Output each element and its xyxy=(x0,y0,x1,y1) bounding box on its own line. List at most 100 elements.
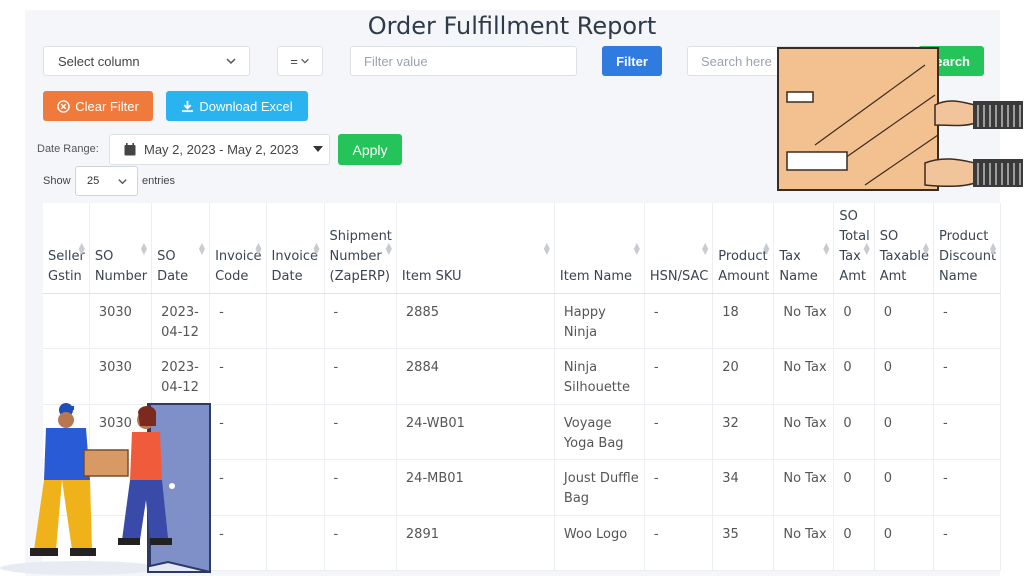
table-cell xyxy=(266,515,325,571)
table-cell: - xyxy=(644,459,714,516)
column-header-label: Shipment xyxy=(329,228,392,244)
column-header-label: Product xyxy=(939,228,989,244)
column-header[interactable]: SO Number ▲ ▼ xyxy=(89,203,153,294)
operator-select[interactable]: = xyxy=(277,46,323,76)
column-header[interactable]: HSN/SAC ▲ ▼ xyxy=(644,203,714,294)
sort-icon: ▲ ▼ xyxy=(198,241,206,256)
table-cell xyxy=(266,348,325,405)
column-header-label: SO xyxy=(879,228,899,244)
table-cell: 32 xyxy=(712,404,775,460)
table-cell xyxy=(266,459,325,516)
date-range-value: May 2, 2023 - May 2, 2023 xyxy=(144,142,299,157)
table-cell: Woo Logo xyxy=(554,515,645,571)
operator-value: = xyxy=(290,53,298,69)
table-cell: 2023-04-12 xyxy=(151,293,211,349)
table-cell: 24-WB01 xyxy=(396,404,555,460)
column-header[interactable]: Invoice Date ▲ ▼ xyxy=(266,203,325,294)
column-header-label: Gstin xyxy=(48,268,82,284)
table-cell: 0 xyxy=(833,459,875,516)
column-header[interactable]: SO Total Tax Amt ▲ ▼ xyxy=(833,203,875,294)
column-header-label: Name xyxy=(779,268,818,284)
table-cell: - xyxy=(644,293,714,349)
clear-filter-button[interactable]: Clear Filter xyxy=(43,91,153,121)
column-header[interactable]: SO Taxable Amt ▲ ▼ xyxy=(874,203,935,294)
table-cell: - xyxy=(209,515,267,571)
sort-icon: ▲ ▼ xyxy=(385,241,392,256)
column-header[interactable]: SO Date ▲ ▼ xyxy=(151,203,211,294)
column-header[interactable]: Item SKU ▲ ▼ xyxy=(396,203,555,294)
column-header-label: Amount xyxy=(718,268,770,284)
column-header-label: SO xyxy=(157,248,176,264)
table-cell: Joust Duffle Bag xyxy=(554,459,645,516)
column-select[interactable]: Select column xyxy=(43,46,250,76)
column-header[interactable]: Invoice Code ▲ ▼ xyxy=(209,203,267,294)
column-header-label: Item SKU xyxy=(401,268,462,284)
table-cell: - xyxy=(324,293,397,349)
table-cell: No Tax xyxy=(773,515,835,571)
show-label: Show xyxy=(43,175,71,187)
table-cell: 2884 xyxy=(396,348,555,405)
table-cell xyxy=(43,293,90,349)
column-header-label: Date xyxy=(157,268,189,284)
column-header-label: SO xyxy=(94,248,114,264)
table-cell: 2891 xyxy=(396,515,555,571)
filter-value-input[interactable]: Filter value xyxy=(350,46,577,76)
sort-icon: ▲ ▼ xyxy=(633,241,640,256)
column-header-label: Taxable xyxy=(879,248,930,264)
apply-button[interactable]: Apply xyxy=(338,134,402,165)
entries-per-page-select[interactable]: 25 xyxy=(75,166,138,196)
table-cell: Voyage Yoga Bag xyxy=(554,404,645,460)
table-cell: 24-MB01 xyxy=(396,459,555,516)
table-cell: - xyxy=(209,404,267,460)
sort-icon: ▲ ▼ xyxy=(255,241,262,256)
table-cell: 0 xyxy=(874,348,935,405)
table-cell: - xyxy=(324,515,397,571)
table-cell: 0 xyxy=(874,459,935,516)
table-cell: - xyxy=(644,404,714,460)
table-cell: - xyxy=(933,459,1002,516)
column-header[interactable]: Tax Name ▲ ▼ xyxy=(773,203,835,294)
table-cell: - xyxy=(644,515,714,571)
column-header-label: Number xyxy=(94,268,148,284)
sort-icon: ▲ ▼ xyxy=(763,241,770,256)
table-cell: - xyxy=(324,348,397,405)
chevron-down-icon xyxy=(226,58,236,65)
column-header-label: Item Name xyxy=(559,268,632,284)
table-cell: No Tax xyxy=(773,348,835,405)
column-header[interactable]: Item Name ▲ ▼ xyxy=(554,203,645,294)
sort-icon: ▲ ▼ xyxy=(313,241,320,256)
table-cell: 0 xyxy=(874,293,935,349)
table-cell: 0 xyxy=(833,348,875,405)
column-header[interactable]: Product Amount ▲ ▼ xyxy=(712,203,775,294)
parcel-hands-illustration xyxy=(777,47,1023,191)
filter-value-placeholder: Filter value xyxy=(364,53,428,69)
chevron-down-icon xyxy=(301,58,309,64)
date-range-picker[interactable]: May 2, 2023 - May 2, 2023 xyxy=(109,134,330,165)
sort-icon: ▲ ▼ xyxy=(922,241,930,256)
sort-icon: ▲ ▼ xyxy=(543,241,550,256)
column-header-label: Discount xyxy=(939,248,997,264)
table-cell: - xyxy=(209,293,267,349)
column-header[interactable]: Seller Gstin ▲ ▼ xyxy=(43,203,90,294)
entries-label: entries xyxy=(142,175,176,187)
table-cell: 2023-04-12 xyxy=(151,348,211,405)
page-title: Order Fulfillment Report xyxy=(367,12,657,40)
table-cell: - xyxy=(933,293,1002,349)
column-header-label: Invoice xyxy=(271,248,319,264)
table-header-row: Seller Gstin ▲ ▼ SO Number ▲ ▼ SO Date ▲ ▼ Invoice Co… xyxy=(43,203,1002,294)
table-cell: - xyxy=(324,459,397,516)
table-cell: 3030 xyxy=(89,293,153,349)
filter-button[interactable]: Filter xyxy=(602,46,662,76)
table-cell: 0 xyxy=(833,515,875,571)
table-cell: No Tax xyxy=(773,404,835,460)
column-header-label: Code xyxy=(215,268,249,284)
date-range-label: Date Range: xyxy=(37,143,99,155)
column-header-label: Number xyxy=(329,248,382,264)
table-row: 3030 2023-04-12- -2885 Happy Ninja -18 No Tax… xyxy=(43,293,1002,349)
column-header[interactable]: Shipment Number (ZapERP) ▲ ▼ xyxy=(324,203,397,294)
download-excel-button[interactable]: Download Excel xyxy=(166,91,308,121)
column-header-label: Date xyxy=(271,268,303,284)
chevron-down-icon xyxy=(118,179,127,185)
table-cell: 34 xyxy=(712,459,775,516)
column-header[interactable]: Product Discount Name ▲ ▼ xyxy=(933,203,1002,294)
